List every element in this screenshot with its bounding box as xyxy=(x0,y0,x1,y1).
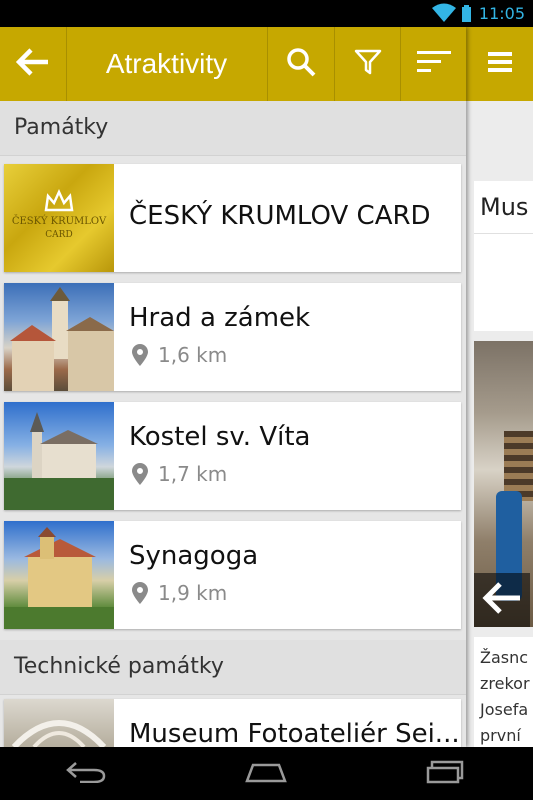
item-distance: 1,7 km xyxy=(132,462,227,486)
item-title: ČESKÝ KRUMLOV CARD xyxy=(129,201,431,231)
back-icon xyxy=(66,761,106,787)
page-title: Atraktivity xyxy=(105,48,228,79)
home-icon xyxy=(245,761,287,787)
sort-button[interactable] xyxy=(401,27,466,101)
detail-description: Žasnc zrekor Josefa první xyxy=(474,637,533,747)
menu-icon xyxy=(487,51,512,77)
list-item[interactable]: Synagoga 1,9 km xyxy=(4,521,461,629)
description-line: Josefa xyxy=(480,700,529,719)
section-title: Památky xyxy=(14,115,109,140)
nav-recents-button[interactable] xyxy=(406,747,486,800)
item-title: Hrad a zámek xyxy=(129,303,311,333)
card-logo-line: CARD xyxy=(45,230,73,240)
photo-prev-button[interactable] xyxy=(474,573,530,627)
location-pin-icon xyxy=(132,582,148,604)
distance-text: 1,9 km xyxy=(158,581,228,605)
list-item[interactable]: Kostel sv. Víta 1,7 km xyxy=(4,402,461,510)
status-time: 11:05 xyxy=(478,4,525,23)
detail-photo[interactable] xyxy=(474,341,533,627)
item-title: Museum Fotoateliér Sei... xyxy=(129,719,460,747)
description-line: Žasnc xyxy=(480,648,529,667)
item-thumbnail xyxy=(4,521,114,629)
arrow-left-icon xyxy=(482,581,522,619)
nav-back-button[interactable] xyxy=(46,747,126,800)
navigation-bar xyxy=(0,747,533,800)
status-bar: 11:05 xyxy=(0,0,533,27)
description-line: zrekor xyxy=(480,674,530,693)
list-item[interactable]: ČESKÝ KRUMLOV CARD ČESKÝ KRUMLOV CARD xyxy=(4,164,461,272)
filter-icon xyxy=(354,48,382,80)
battery-icon xyxy=(462,5,471,22)
card-logo-line: ČESKÝ KRUMLOV xyxy=(11,216,107,227)
location-pin-icon xyxy=(132,463,148,485)
item-thumbnail xyxy=(4,699,114,747)
item-title: Kostel sv. Víta xyxy=(129,422,311,452)
detail-appbar xyxy=(466,27,533,101)
list-item[interactable]: Hrad a zámek 1,6 km xyxy=(4,283,461,391)
section-title: Technické památky xyxy=(14,654,224,679)
detail-title-card: Mus xyxy=(474,181,533,331)
search-button[interactable] xyxy=(268,27,334,101)
section-header: Technické památky xyxy=(0,640,466,695)
filter-button[interactable] xyxy=(335,27,400,101)
item-thumbnail xyxy=(4,283,114,391)
recents-icon xyxy=(426,760,466,788)
item-distance: 1,6 km xyxy=(132,343,227,367)
sort-icon xyxy=(416,51,451,77)
app-bar: Atraktivity xyxy=(0,27,466,101)
list-item[interactable]: Museum Fotoateliér Sei... xyxy=(4,699,461,747)
nav-home-button[interactable] xyxy=(226,747,306,800)
arrow-left-icon xyxy=(15,47,50,81)
card-thumbnail: ČESKÝ KRUMLOV CARD xyxy=(4,164,114,272)
divider xyxy=(474,233,533,234)
distance-text: 1,7 km xyxy=(158,462,228,486)
item-title: Synagoga xyxy=(129,541,259,571)
detail-pane[interactable]: Mus Žasnc zrekor Josefa první xyxy=(466,27,533,747)
back-button[interactable] xyxy=(0,27,66,101)
attractions-pane: Atraktivity Památky ČESKÝ KRUMLOV CARD Č… xyxy=(0,27,466,747)
item-distance: 1,9 km xyxy=(132,581,227,605)
detail-title: Mus xyxy=(480,193,529,221)
location-pin-icon xyxy=(132,344,148,366)
menu-button[interactable] xyxy=(466,27,533,101)
search-icon xyxy=(286,47,316,81)
item-thumbnail xyxy=(4,402,114,510)
description-line: první xyxy=(480,726,521,745)
section-header: Památky xyxy=(0,101,466,156)
wifi-icon xyxy=(431,3,457,27)
distance-text: 1,6 km xyxy=(158,343,228,367)
